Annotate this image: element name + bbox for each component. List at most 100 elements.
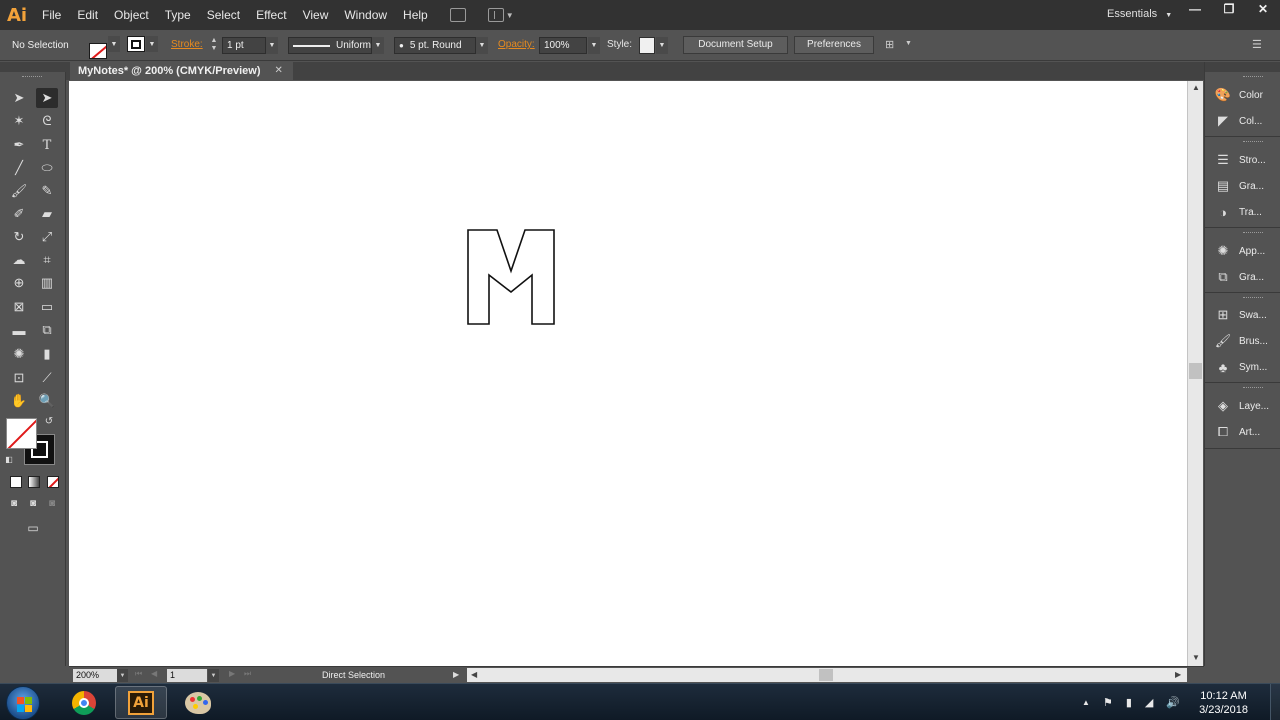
fill-color-box[interactable] [6, 418, 37, 449]
blend-tool-icon[interactable]: ⧉ [36, 320, 58, 340]
zoom-field[interactable]: 200% [73, 669, 117, 682]
variable-width-profile[interactable]: Uniform [288, 37, 372, 54]
panel-grip[interactable] [1243, 387, 1263, 390]
color-mode-icon[interactable] [10, 476, 22, 488]
restore-button[interactable]: ❐ [1212, 0, 1246, 18]
horizontal-scrollbar[interactable]: ◀ ▶ [467, 668, 1187, 682]
panel-grip[interactable] [1243, 76, 1263, 79]
network-icon[interactable]: ◢ [1145, 696, 1153, 709]
document-setup-button[interactable]: Document Setup [683, 36, 788, 54]
gradient-mode-icon[interactable] [28, 476, 40, 488]
chevron-down-icon[interactable]: ▼ [506, 11, 514, 20]
panel-appearance[interactable]: ✺ App... [1205, 239, 1280, 263]
panel-layers[interactable]: ◈ Laye... [1205, 394, 1280, 418]
vertical-scroll-thumb[interactable] [1189, 363, 1202, 379]
workspace-switcher[interactable]: Essentials ▼ [1107, 8, 1172, 20]
volume-icon[interactable]: 🔊 [1166, 696, 1180, 709]
type-tool-icon[interactable]: T [36, 135, 58, 155]
dock-collapse-bar[interactable] [1205, 62, 1280, 72]
menu-type[interactable]: Type [157, 0, 199, 30]
gradient-tool-icon[interactable]: ▭ [36, 297, 58, 317]
menu-file[interactable]: File [34, 0, 69, 30]
menu-edit[interactable]: Edit [69, 0, 106, 30]
panel-gradient[interactable]: ▤ Gra... [1205, 174, 1280, 198]
taskbar-paint[interactable] [172, 686, 224, 719]
warp-tool-icon[interactable]: ☁ [8, 250, 30, 270]
fill-swatch[interactable] [89, 43, 107, 59]
vertical-scrollbar[interactable]: ▲ ▼ [1187, 81, 1203, 666]
panel-grip[interactable] [22, 76, 42, 79]
minimize-button[interactable]: — [1178, 0, 1212, 18]
menu-select[interactable]: Select [199, 0, 248, 30]
arrange-documents-icon[interactable] [487, 8, 504, 22]
graphic-style-dropdown[interactable]: ▼ [656, 37, 668, 54]
fill-dropdown[interactable]: ▼ [108, 36, 120, 52]
draw-inside-icon[interactable]: ◙ [44, 495, 60, 511]
panel-artboards[interactable]: ⧠ Art... [1205, 420, 1280, 444]
panel-menu-icon[interactable]: ☰ [1252, 38, 1262, 56]
previous-artboard-icon[interactable]: ◀ [151, 669, 157, 678]
line-tool-icon[interactable]: ╱ [8, 158, 30, 178]
scroll-left-icon[interactable]: ◀ [471, 670, 477, 679]
horizontal-scroll-thumb[interactable] [819, 669, 833, 681]
scroll-up-icon[interactable]: ▲ [1192, 83, 1200, 92]
first-artboard-icon[interactable]: ⏮ [135, 669, 142, 679]
panel-grip[interactable] [1243, 297, 1263, 300]
scroll-right-icon[interactable]: ▶ [1175, 670, 1181, 679]
stroke-swatch[interactable] [127, 36, 145, 52]
panel-transparency[interactable]: ◑ Tra... [1205, 200, 1280, 224]
document-tab[interactable]: MyNotes* @ 200% (CMYK/Preview) ✕ [70, 62, 293, 80]
perspective-grid-tool-icon[interactable]: ▥ [36, 273, 58, 293]
show-desktop-button[interactable] [1270, 684, 1280, 720]
stroke-dropdown[interactable]: ▼ [146, 36, 158, 52]
start-button[interactable] [6, 686, 40, 720]
menu-view[interactable]: View [295, 0, 337, 30]
blob-brush-tool-icon[interactable]: ✐ [8, 204, 30, 224]
draw-behind-icon[interactable]: ◙ [25, 495, 41, 511]
menu-effect[interactable]: Effect [248, 0, 294, 30]
artboard-canvas[interactable] [69, 81, 1187, 666]
bridge-icon[interactable] [449, 8, 466, 22]
pen-tool-icon[interactable]: ✒ [8, 135, 30, 155]
column-graph-tool-icon[interactable]: ▮ [36, 344, 58, 364]
chevron-down-icon[interactable]: ▼ [905, 40, 912, 58]
clock[interactable]: 10:12 AM 3/23/2018 [1199, 689, 1248, 717]
draw-normal-icon[interactable]: ◙ [6, 495, 22, 511]
scale-tool-icon[interactable]: ⤢ [36, 227, 58, 247]
opacity-field[interactable]: 100% [539, 37, 587, 54]
taskbar-chrome[interactable] [58, 686, 110, 719]
zoom-dropdown[interactable]: ▼ [117, 669, 128, 682]
swap-fill-stroke-icon[interactable]: ↺ [42, 414, 56, 428]
artboard-tool-icon[interactable]: ⊡ [8, 368, 30, 388]
artboard-number-field[interactable]: 1 [167, 669, 207, 682]
symbol-sprayer-tool-icon[interactable]: ✺ [8, 344, 30, 364]
close-button[interactable]: ✕ [1246, 0, 1280, 18]
status-menu-icon[interactable]: ▶ [453, 670, 459, 679]
stroke-profile-dropdown[interactable]: ▼ [372, 37, 384, 54]
screen-mode-icon[interactable]: ▭ [22, 519, 44, 537]
mesh-tool-icon[interactable]: ⊠ [8, 297, 30, 317]
zoom-tool-icon[interactable]: 🔍 [36, 391, 58, 411]
direct-selection-tool-icon[interactable]: ➤ [36, 88, 58, 108]
magic-wand-tool-icon[interactable]: ✶ [8, 111, 30, 131]
default-fill-stroke-icon[interactable]: ◧ [2, 452, 16, 466]
close-tab-icon[interactable]: ✕ [275, 62, 283, 80]
artboard-dropdown[interactable]: ▼ [208, 669, 219, 682]
stroke-weight-stepper[interactable]: ▲ ▼ [208, 37, 220, 54]
menu-help[interactable]: Help [395, 0, 436, 30]
selection-tool-icon[interactable]: ➤ [8, 88, 30, 108]
pencil-tool-icon[interactable]: ✎ [36, 181, 58, 201]
panel-stroke[interactable]: ☰ Stro... [1205, 148, 1280, 172]
panel-brushes[interactable]: 🖌 Brus... [1205, 329, 1280, 353]
panel-swatches[interactable]: ⊞ Swa... [1205, 303, 1280, 327]
preferences-button[interactable]: Preferences [794, 36, 874, 54]
free-transform-tool-icon[interactable]: ⌗ [36, 250, 58, 270]
panel-graphic-styles[interactable]: ⧉ Gra... [1205, 265, 1280, 289]
hand-tool-icon[interactable]: ✋ [8, 391, 30, 411]
action-center-flag-icon[interactable]: ⚑ [1103, 696, 1113, 709]
battery-icon[interactable]: ▮ [1126, 696, 1132, 709]
menu-object[interactable]: Object [106, 0, 157, 30]
panel-symbols[interactable]: ♣ Sym... [1205, 355, 1280, 379]
stroke-weight-dropdown[interactable]: ▼ [266, 37, 278, 54]
measure-tool-icon[interactable]: ▬ [8, 320, 30, 340]
